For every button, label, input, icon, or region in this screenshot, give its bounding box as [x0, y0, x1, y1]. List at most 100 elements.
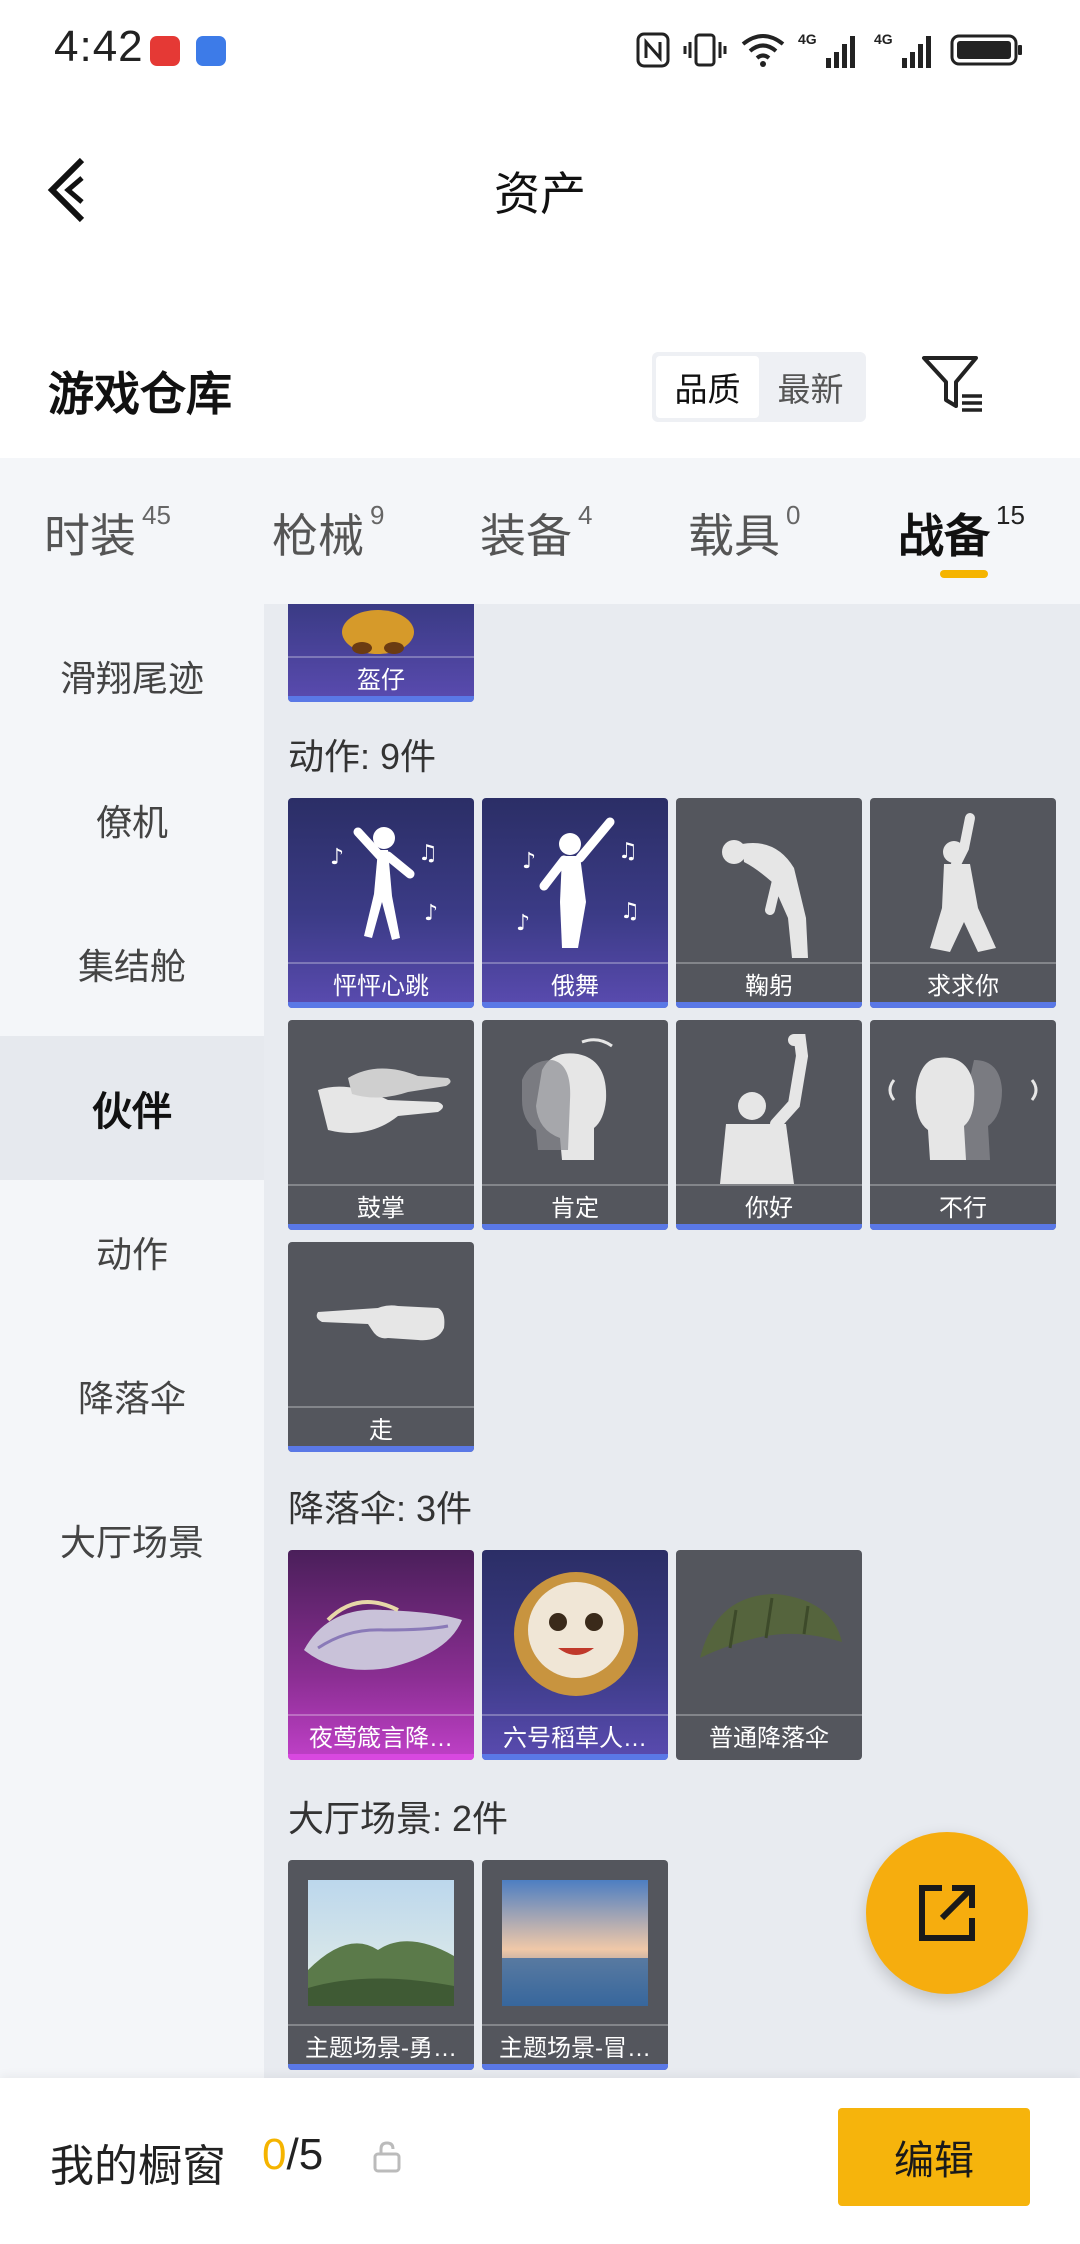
item-name: 鞠躬: [676, 962, 862, 1002]
status-bar: 4:42 4G 4G: [0, 0, 1080, 100]
scene-seascape-art: [502, 1880, 648, 2006]
rarity-bar: [482, 1224, 668, 1230]
warehouse-title: 游戏仓库: [48, 368, 232, 420]
network-type-1: 4G: [798, 31, 817, 47]
item-card[interactable]: 夜莺箴言降…: [288, 1550, 474, 1760]
dance-pose-art: ♪ ♫ ♪: [330, 827, 438, 940]
scarecrow-parachute-art: [514, 1572, 638, 1696]
item-name: 盔仔: [288, 656, 474, 696]
side-item-companion[interactable]: 伙伴: [0, 1036, 264, 1180]
status-time: 4:42: [54, 22, 144, 71]
section-title-lobby-scenes: 大厅场景: 2件: [288, 1798, 509, 1839]
dance-pose-art: ♪ ♫ ♪ ♫: [516, 817, 640, 948]
tab-weapons[interactable]: 枪械 9: [272, 500, 384, 566]
item-card[interactable]: 主题场景-冒…: [482, 1860, 668, 2070]
item-card[interactable]: 盔仔: [288, 604, 474, 702]
pointing-hand-art: [316, 1305, 445, 1341]
lock-icon: [373, 2141, 401, 2173]
svg-text:♪: ♪: [330, 845, 344, 870]
rarity-bar: [288, 1754, 474, 1760]
section-title-emotes: 动作: 9件: [288, 736, 437, 777]
rarity-bar: [288, 1224, 474, 1230]
status-icons: 4G 4G: [636, 28, 1024, 72]
tab-fashion[interactable]: 时装 45: [44, 500, 171, 566]
tab-combat-prep[interactable]: 战备 15: [898, 500, 1025, 566]
sort-by-newest-button[interactable]: 最新: [759, 356, 862, 418]
tab-label: 枪械: [272, 510, 364, 562]
item-card[interactable]: 六号稻草人…: [482, 1550, 668, 1760]
wifi-icon: [741, 34, 785, 67]
edit-button[interactable]: 编辑: [838, 2108, 1030, 2206]
tab-count: 4: [578, 500, 593, 530]
side-item-lobby-scene[interactable]: 大厅场景: [0, 1468, 264, 1612]
rarity-bar: [482, 2064, 668, 2070]
svg-text:♪: ♪: [516, 911, 530, 936]
rarity-bar: [870, 1002, 1056, 1008]
showcase-count-current: 0: [262, 2130, 287, 2179]
rarity-bar: [870, 1224, 1056, 1230]
showcase-bar: 我的橱窗 0/5 编辑: [0, 2078, 1080, 2244]
side-item-parachute[interactable]: 降落伞: [0, 1324, 264, 1468]
item-card[interactable]: 你好: [676, 1020, 862, 1230]
tab-count: 15: [996, 500, 1025, 530]
tab-equipment[interactable]: 装备 4: [480, 500, 592, 566]
item-name: 你好: [676, 1184, 862, 1224]
side-nav: 滑翔尾迹 僚机 集结舱 伙伴 动作 降落伞 大厅场景: [0, 604, 264, 2078]
item-name: 主题场景-勇…: [288, 2024, 474, 2064]
svg-text:♫: ♫: [620, 899, 640, 924]
rarity-bar: [288, 1446, 474, 1452]
showcase-count: 0/5: [262, 2130, 323, 2180]
item-name: 俄舞: [482, 962, 668, 1002]
plead-pose-art: [930, 813, 996, 952]
item-name: 不行: [870, 1184, 1056, 1224]
rarity-bar: [482, 1754, 668, 1760]
page-title: 资产: [494, 168, 586, 220]
app-header: 资产: [0, 100, 1080, 270]
bow-pose-art: [722, 840, 808, 958]
tab-vehicles[interactable]: 载具 0: [688, 500, 800, 566]
item-name: 主题场景-冒…: [482, 2024, 668, 2064]
4g-signal-icon: 4G: [874, 31, 931, 68]
signal-app-icon: [196, 36, 226, 66]
item-card[interactable]: 主题场景-勇…: [288, 1860, 474, 2070]
shake-head-art: [888, 1057, 1038, 1160]
tab-count: 0: [786, 500, 801, 530]
tab-label: 装备: [480, 510, 572, 562]
sort-by-quality-button[interactable]: 品质: [656, 356, 759, 418]
item-name: 求求你: [870, 962, 1056, 1002]
clap-hands-art: [318, 1068, 451, 1133]
side-item-wingman[interactable]: 僚机: [0, 748, 264, 892]
item-name: 怦怦心跳: [288, 962, 474, 1002]
item-card[interactable]: 不行: [870, 1020, 1056, 1230]
item-card[interactable]: 普通降落伞: [676, 1550, 862, 1760]
item-card[interactable]: ♪ ♫ ♪ ♫ 俄舞: [482, 798, 668, 1008]
showcase-label: 我的橱窗: [50, 2142, 226, 2191]
rarity-bar: [676, 1002, 862, 1008]
item-card[interactable]: 鞠躬: [676, 798, 862, 1008]
showcase-count-total: /5: [286, 2130, 324, 2179]
item-card[interactable]: 肯定: [482, 1020, 668, 1230]
huawei-app-icon: [150, 36, 180, 66]
tab-count: 45: [142, 500, 171, 530]
4g-signal-icon: 4G: [798, 31, 855, 68]
item-card[interactable]: 走: [288, 1242, 474, 1452]
rarity-bar: [288, 1002, 474, 1008]
filter-icon[interactable]: [918, 350, 988, 420]
item-card[interactable]: 鼓掌: [288, 1020, 474, 1230]
rarity-bar: [482, 1002, 668, 1008]
side-item-glide-trail[interactable]: 滑翔尾迹: [0, 604, 264, 748]
item-card[interactable]: ♪ ♫ ♪ 怦怦心跳: [288, 798, 474, 1008]
rarity-bar: [288, 696, 474, 702]
tab-label: 时装: [44, 510, 136, 562]
side-item-emote[interactable]: 动作: [0, 1180, 264, 1324]
svg-text:♪: ♪: [424, 901, 438, 926]
item-name: 鼓掌: [288, 1184, 474, 1224]
side-item-rally-pod[interactable]: 集结舱: [0, 892, 264, 1036]
tab-label: 载具: [688, 510, 780, 562]
svg-text:♫: ♫: [618, 839, 638, 864]
sort-toggle: 品质 最新: [652, 352, 866, 422]
item-name: 走: [288, 1406, 474, 1446]
item-card[interactable]: 求求你: [870, 798, 1056, 1008]
nod-head-art: [522, 1038, 613, 1160]
share-button[interactable]: [866, 1832, 1028, 1994]
